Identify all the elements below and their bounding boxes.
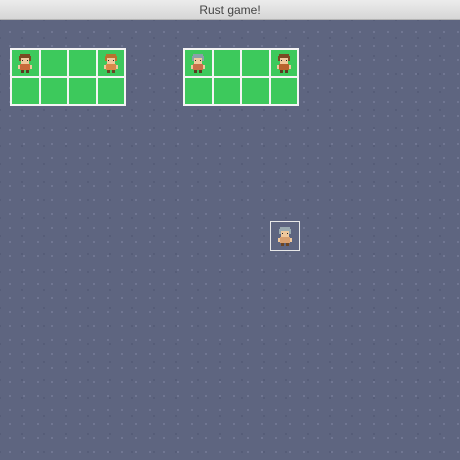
board-cell[interactable] — [40, 50, 67, 76]
character-icon[interactable] — [101, 52, 121, 74]
character-icon[interactable] — [188, 52, 208, 74]
board-cell[interactable] — [242, 50, 269, 76]
board-cell[interactable] — [97, 50, 124, 76]
board-right — [183, 48, 299, 106]
selected-unit-slot[interactable] — [270, 221, 300, 251]
board-cell[interactable] — [242, 78, 269, 104]
game-canvas[interactable] — [0, 20, 460, 460]
board-cell[interactable] — [185, 78, 212, 104]
board-cell[interactable] — [69, 50, 96, 76]
board-cell[interactable] — [213, 78, 240, 104]
character-icon[interactable] — [15, 52, 35, 74]
character-icon[interactable] — [274, 52, 294, 74]
window-titlebar: Rust game! — [0, 0, 460, 20]
board-cell[interactable] — [69, 78, 96, 104]
board-cell[interactable] — [185, 50, 212, 76]
board-cell[interactable] — [213, 50, 240, 76]
window-title: Rust game! — [199, 2, 261, 17]
character-icon[interactable] — [275, 225, 295, 247]
board-cell[interactable] — [270, 78, 297, 104]
board-cell[interactable] — [270, 50, 297, 76]
board-cell[interactable] — [40, 78, 67, 104]
board-cell[interactable] — [12, 78, 39, 104]
board-cell[interactable] — [97, 78, 124, 104]
board-cell[interactable] — [12, 50, 39, 76]
board-left — [10, 48, 126, 106]
